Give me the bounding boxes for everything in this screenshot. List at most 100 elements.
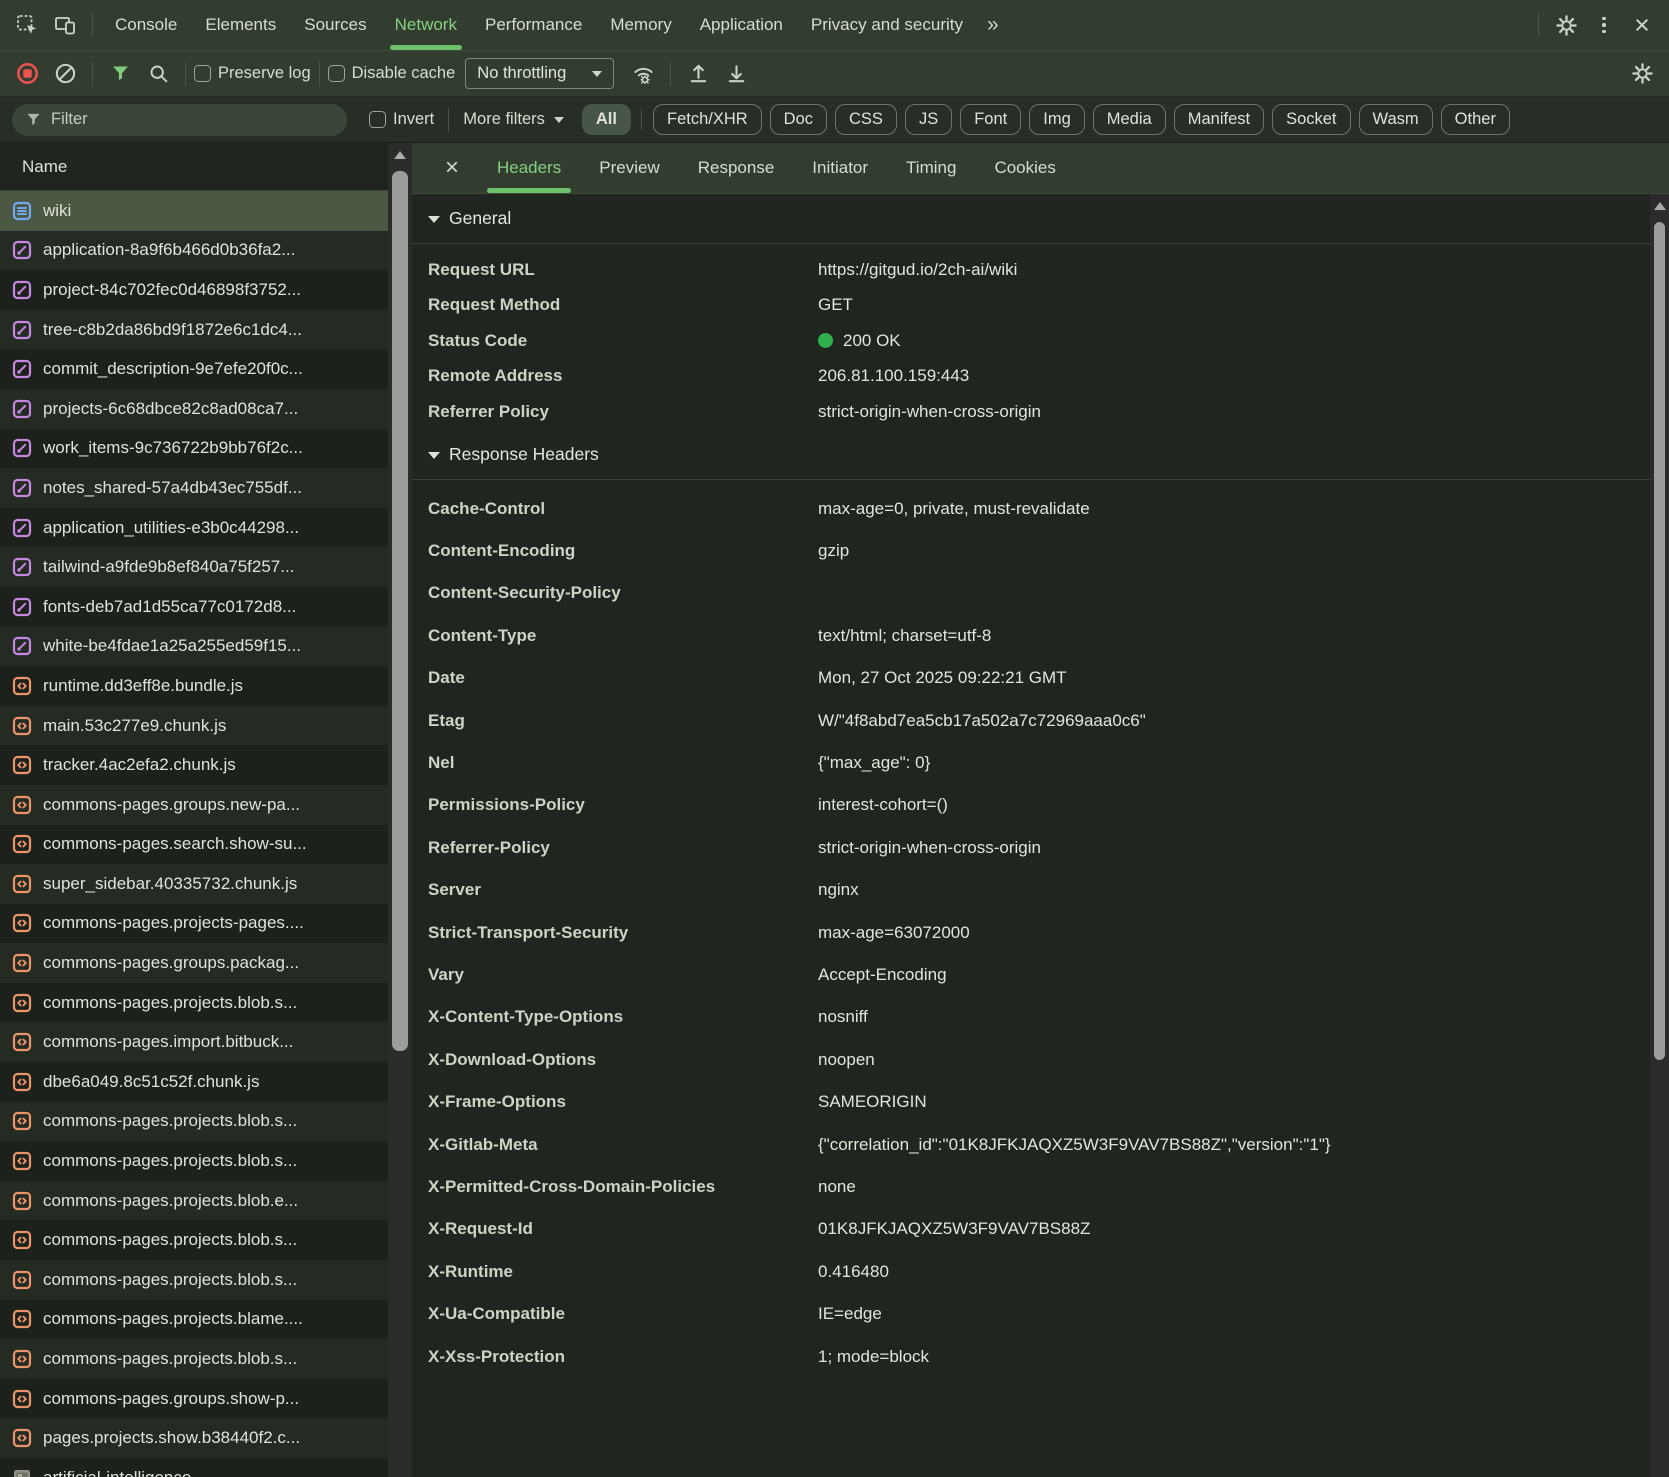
request-row[interactable]: commons-pages.groups.show-p... <box>0 1379 388 1419</box>
scrollbar-thumb[interactable] <box>1654 222 1665 1060</box>
chip-label: Socket <box>1286 110 1337 128</box>
detail-tab[interactable]: Response <box>679 143 794 193</box>
filter-input[interactable]: Filter <box>12 103 347 136</box>
clear-network-log-button[interactable] <box>46 55 84 93</box>
panel-tab[interactable]: Memory <box>596 0 685 50</box>
devtools-close-button[interactable]: × <box>1623 6 1661 44</box>
search-network-button[interactable] <box>139 55 177 93</box>
request-type-chip[interactable]: Wasm <box>1358 104 1433 135</box>
scrollbar-thumb[interactable] <box>392 171 408 1051</box>
header-row: X-Runtime 0.416480 <box>412 1251 1650 1293</box>
general-section-header[interactable]: General <box>412 194 1650 244</box>
more-tabs-button[interactable]: » <box>977 13 1009 37</box>
request-row[interactable]: wiki <box>0 191 388 231</box>
scroll-up-arrow-icon[interactable] <box>394 151 406 159</box>
header-name: X-Request-Id <box>428 1219 533 1239</box>
request-row[interactable]: commons-pages.groups.new-pa... <box>0 784 388 825</box>
request-row[interactable]: commons-pages.projects.blob.s... <box>0 1339 388 1379</box>
request-type-chip[interactable]: Font <box>960 104 1022 135</box>
detail-tab[interactable]: Initiator <box>793 143 887 193</box>
inspect-element-button[interactable] <box>8 6 46 44</box>
request-row[interactable]: pages.projects.show.b38440f2.c... <box>0 1418 388 1458</box>
network-settings-button[interactable] <box>1623 55 1661 93</box>
request-row[interactable]: work_items-9c736722b9bb76f2c... <box>0 429 388 469</box>
invert-checkbox[interactable] <box>369 111 386 128</box>
request-name: commons-pages.projects.blob.e... <box>43 1190 299 1210</box>
request-row[interactable]: commons-pages.projects.blob.s... <box>0 1220 388 1260</box>
request-type-chip[interactable]: Manifest <box>1173 104 1265 135</box>
header-value: 1; mode=block <box>818 1347 929 1367</box>
request-row[interactable]: projects-6c68dbce82c8ad08ca7... <box>0 388 388 429</box>
header-row: Status Code 200 OK <box>412 323 1650 359</box>
devtools-menu-button[interactable] <box>1585 6 1623 44</box>
request-row[interactable]: commons-pages.projects.blob.s... <box>0 983 388 1023</box>
request-row[interactable]: commit_description-9e7efe20f0c... <box>0 349 388 389</box>
request-type-chip[interactable]: Doc <box>769 104 828 135</box>
request-type-chip[interactable]: Img <box>1029 104 1085 135</box>
request-type-chip[interactable]: Other <box>1440 104 1510 135</box>
throttling-select[interactable]: No throttling <box>465 58 615 89</box>
request-row[interactable]: commons-pages.projects.blob.e... <box>0 1180 388 1221</box>
panel-tab[interactable]: Elements <box>191 0 290 50</box>
request-row[interactable]: commons-pages.projects.blob.s... <box>0 1260 388 1300</box>
name-column-header[interactable]: Name <box>0 143 388 191</box>
request-row[interactable]: commons-pages.projects.blob.s... <box>0 1141 388 1181</box>
scroll-up-arrow-icon[interactable] <box>1653 202 1666 210</box>
panel-tab[interactable]: Network <box>381 0 471 50</box>
import-har-button[interactable] <box>679 55 717 93</box>
filter-toggle-button[interactable] <box>101 55 139 93</box>
request-row[interactable]: commons-pages.projects.blob.s... <box>0 1101 388 1142</box>
panel-tab[interactable]: Sources <box>290 0 380 50</box>
request-row[interactable]: project-84c702fec0d46898f3752... <box>0 270 388 310</box>
request-row[interactable]: tree-c8b2da86bd9f1872e6c1dc4... <box>0 309 388 350</box>
request-row[interactable]: fonts-deb7ad1d55ca77c0172d8... <box>0 587 388 627</box>
record-network-log-button[interactable] <box>8 55 46 93</box>
request-row[interactable]: white-be4fdae1a25a255ed59f15... <box>0 626 388 667</box>
request-type-chip[interactable]: Media <box>1092 104 1166 135</box>
request-row[interactable]: application-8a9f6b466d0b36fa2... <box>0 230 388 271</box>
request-row[interactable]: super_sidebar.40335732.chunk.js <box>0 864 388 904</box>
request-type-chip[interactable]: Fetch/XHR <box>652 104 762 135</box>
panel-tab[interactable]: Application <box>686 0 797 50</box>
request-row[interactable]: tracker.4ac2efa2.chunk.js <box>0 745 388 785</box>
request-row[interactable]: commons-pages.projects-pages.... <box>0 904 388 944</box>
file-type-icon <box>12 1389 32 1409</box>
request-row[interactable]: tailwind-a9fde9b8ef840a75f257... <box>0 547 388 587</box>
detail-tab[interactable]: Timing <box>887 143 975 193</box>
request-type-chip[interactable]: JS <box>904 104 953 135</box>
panel-tab[interactable]: Performance <box>471 0 596 50</box>
export-har-button[interactable] <box>717 55 755 93</box>
request-type-chip[interactable]: CSS <box>835 104 897 135</box>
panel-tab[interactable]: Console <box>101 0 191 50</box>
request-row[interactable]: notes_shared-57a4db43ec755df... <box>0 468 388 508</box>
request-row[interactable]: commons-pages.projects.blame.... <box>0 1300 388 1340</box>
header-row: X-Gitlab-Meta {"correlation_id":"01K8JFK… <box>412 1123 1650 1165</box>
request-list-scrollbar[interactable] <box>388 143 412 1477</box>
request-row[interactable]: application_utilities-e3b0c44298... <box>0 508 388 548</box>
panel-tab-label: Performance <box>484 15 583 34</box>
request-row[interactable]: commons-pages.search.show-su... <box>0 825 388 865</box>
disable-cache-checkbox[interactable] <box>327 65 345 82</box>
detail-tab[interactable]: Cookies <box>975 143 1074 193</box>
detail-tab[interactable]: Headers <box>478 143 580 193</box>
funnel-icon <box>27 113 40 125</box>
close-detail-button[interactable]: × <box>434 150 470 186</box>
request-row[interactable]: runtime.dd3eff8e.bundle.js <box>0 666 388 706</box>
response-headers-section-header[interactable]: Response Headers <box>412 430 1650 480</box>
header-name: X-Gitlab-Meta <box>428 1134 538 1154</box>
request-row[interactable]: dbe6a049.8c51c52f.chunk.js <box>0 1062 388 1102</box>
preserve-log-checkbox[interactable] <box>194 65 211 82</box>
request-row[interactable]: commons-pages.import.bitbuck... <box>0 1022 388 1063</box>
panel-tab[interactable]: Privacy and security <box>797 0 977 50</box>
request-row[interactable]: artificial-intelligence... <box>0 1458 388 1477</box>
more-filters-dropdown[interactable]: More filters <box>463 110 564 129</box>
devtools-settings-button[interactable] <box>1547 6 1585 44</box>
network-conditions-button[interactable] <box>624 55 662 93</box>
detail-scrollbar[interactable] <box>1650 194 1669 1477</box>
request-row[interactable]: main.53c277e9.chunk.js <box>0 705 388 746</box>
detail-tab[interactable]: Preview <box>580 143 678 193</box>
request-type-chip[interactable]: Socket <box>1272 104 1351 135</box>
device-toolbar-button[interactable] <box>46 6 84 44</box>
request-row[interactable]: commons-pages.groups.packag... <box>0 943 388 983</box>
request-type-chip[interactable]: All <box>581 104 643 135</box>
